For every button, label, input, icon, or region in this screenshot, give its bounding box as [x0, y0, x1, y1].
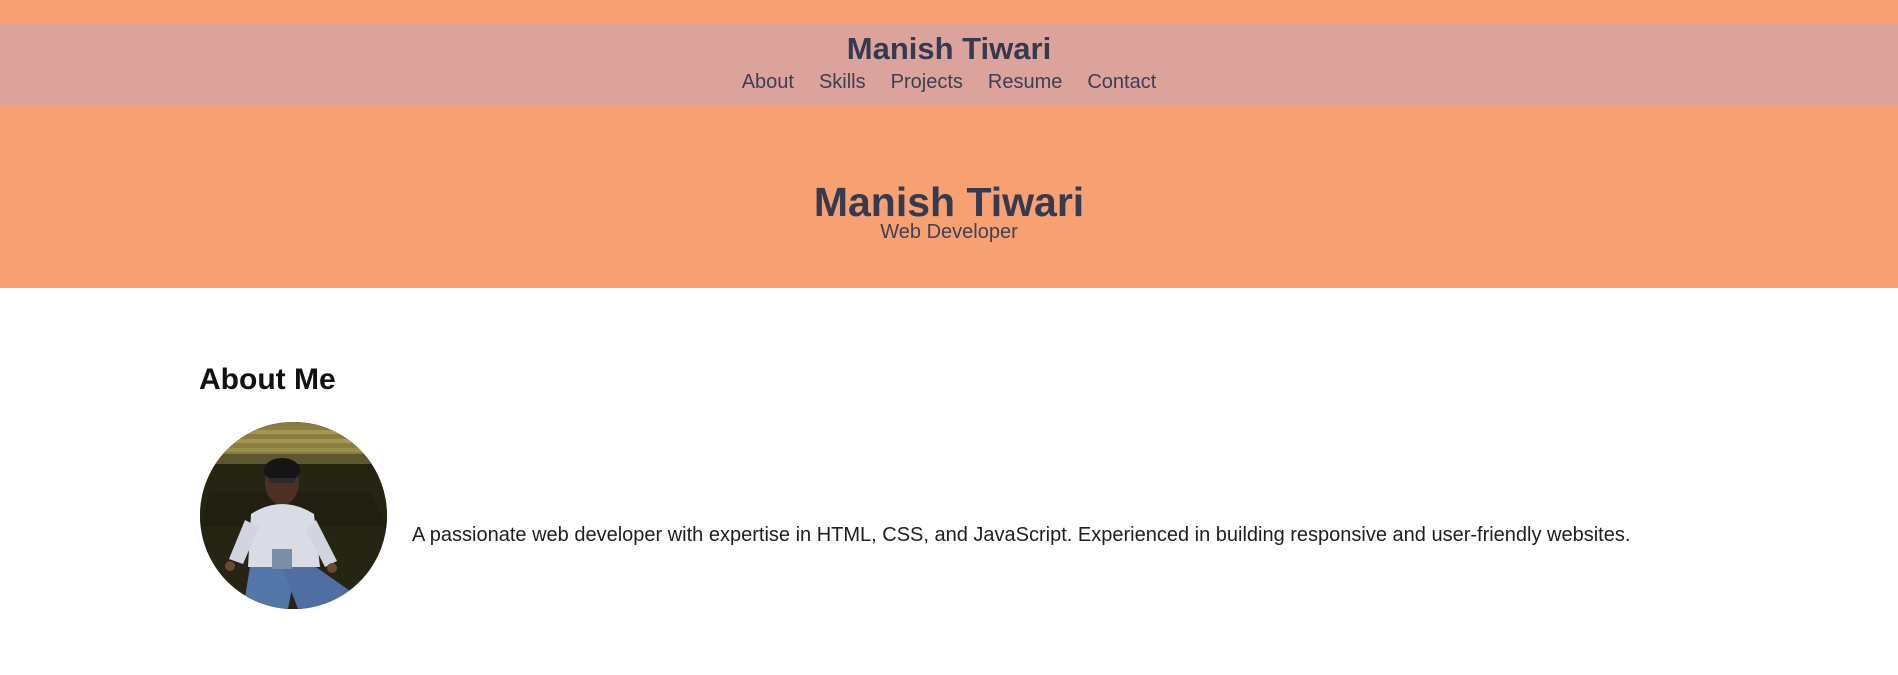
nav-link-skills[interactable]: Skills: [819, 70, 866, 94]
nav-link-about[interactable]: About: [742, 70, 794, 94]
hero-subtitle: Web Developer: [880, 221, 1018, 243]
profile-photo-avatar: [200, 422, 387, 609]
top-navbar: Manish Tiwari About Skills Projects Resu…: [0, 23, 1898, 105]
hero-section: Manish Tiwari About Skills Projects Resu…: [0, 0, 1898, 288]
about-heading: About Me: [199, 363, 336, 396]
site-brand[interactable]: Manish Tiwari: [0, 33, 1898, 64]
nav-link-contact[interactable]: Contact: [1087, 70, 1156, 94]
about-description: A passionate web developer with expertis…: [412, 524, 1631, 546]
profile-photo-icon: [200, 422, 387, 609]
nav-links: About Skills Projects Resume Contact: [0, 70, 1898, 94]
nav-link-projects[interactable]: Projects: [891, 70, 963, 94]
nav-link-resume[interactable]: Resume: [988, 70, 1062, 94]
hero-title: Manish Tiwari: [813, 179, 1085, 226]
portfolio-page: Manish Tiwari About Skills Projects Resu…: [0, 0, 1898, 675]
